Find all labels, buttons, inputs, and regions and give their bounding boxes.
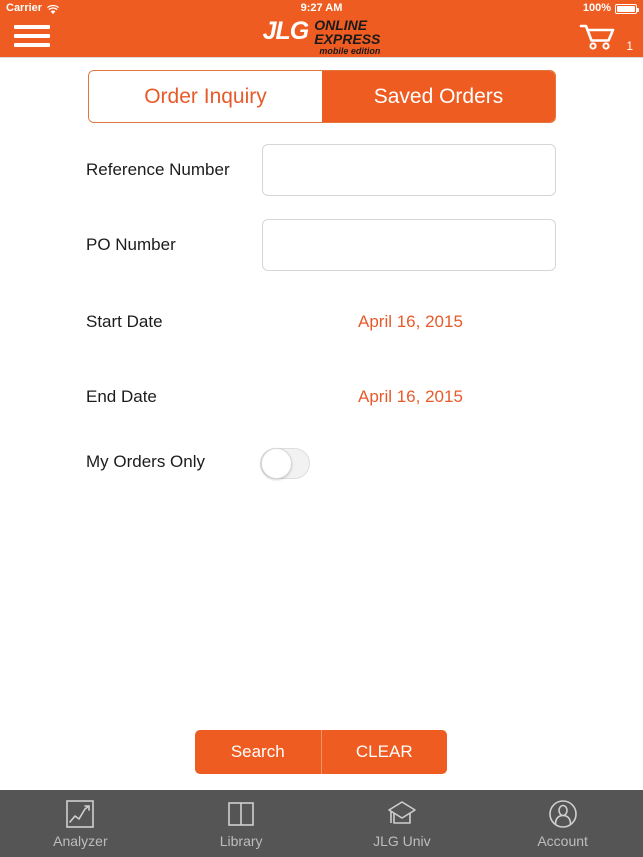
hamburger-bar <box>14 43 50 47</box>
graduation-cap-icon <box>385 798 419 830</box>
cart-count-badge: 1 <box>626 39 633 53</box>
tab-analyzer-label: Analyzer <box>53 833 108 849</box>
app-header: JLG ONLINE EXPRESS mobile edition 1 <box>0 16 643 58</box>
tab-analyzer[interactable]: Analyzer <box>0 790 161 857</box>
app-logo: JLG ONLINE EXPRESS mobile edition <box>263 17 381 57</box>
reference-number-label: Reference Number <box>86 160 230 179</box>
battery-percent-label: 100% <box>582 2 611 14</box>
status-bar: Carrier 9:27 AM 100% <box>0 0 643 16</box>
search-button[interactable]: Search <box>195 730 321 774</box>
status-bar-time: 9:27 AM <box>300 2 343 14</box>
end-date-label: End Date <box>86 387 157 406</box>
clear-button-label: CLEAR <box>355 742 413 761</box>
tab-saved-orders[interactable]: Saved Orders <box>322 71 555 122</box>
start-date-label: Start Date <box>86 312 163 331</box>
tab-library-label: Library <box>219 833 263 849</box>
hamburger-bar <box>14 25 50 29</box>
tab-account[interactable]: Account <box>482 790 643 857</box>
tab-saved-orders-label: Saved Orders <box>373 84 504 108</box>
tab-order-inquiry[interactable]: Order Inquiry <box>89 71 322 122</box>
tab-account-label: Account <box>537 833 588 849</box>
action-button-group: Search CLEAR <box>195 730 447 774</box>
po-number-label: PO Number <box>86 235 176 254</box>
app-screen: Carrier 9:27 AM 100% JLG ONLINE EXPRESS … <box>0 0 643 857</box>
tab-order-inquiry-label: Order Inquiry <box>144 84 267 108</box>
hamburger-menu-icon[interactable] <box>14 25 50 49</box>
end-date-value[interactable]: April 16, 2015 <box>358 387 463 407</box>
clear-button[interactable]: CLEAR <box>322 730 448 774</box>
shopping-cart-icon[interactable]: 1 <box>579 23 635 53</box>
logo-brand-text: JLG <box>262 17 310 45</box>
open-book-icon <box>225 798 257 830</box>
chart-analyzer-icon <box>64 798 96 830</box>
logo-line-mobile-edition: mobile edition <box>319 46 381 56</box>
po-number-input[interactable] <box>262 219 556 271</box>
start-date-row: Start Date April 16, 2015 <box>0 310 643 334</box>
end-date-row: End Date April 16, 2015 <box>0 385 643 409</box>
tab-jlg-univ[interactable]: JLG Univ <box>322 790 483 857</box>
status-bar-right: 100% <box>582 0 639 16</box>
tab-library[interactable]: Library <box>161 790 322 857</box>
search-button-label: Search <box>230 742 285 761</box>
battery-full-icon <box>615 4 639 14</box>
logo-line-express: EXPRESS <box>314 31 381 47</box>
start-date-value[interactable]: April 16, 2015 <box>358 312 463 332</box>
logo-subtitle-group: ONLINE EXPRESS mobile edition <box>314 17 380 57</box>
reference-number-input[interactable] <box>262 144 556 196</box>
user-account-icon <box>547 798 579 830</box>
my-orders-only-label: My Orders Only <box>86 452 206 471</box>
hamburger-bar <box>14 34 50 38</box>
segmented-control: Order Inquiry Saved Orders <box>88 70 556 123</box>
tab-jlg-univ-label: JLG Univ <box>373 833 431 849</box>
toggle-knob <box>261 448 292 479</box>
my-orders-only-row: My Orders Only <box>0 448 643 479</box>
my-orders-only-toggle[interactable] <box>260 448 310 479</box>
bottom-tab-bar: Analyzer Library JLG Univ Account <box>0 790 643 857</box>
